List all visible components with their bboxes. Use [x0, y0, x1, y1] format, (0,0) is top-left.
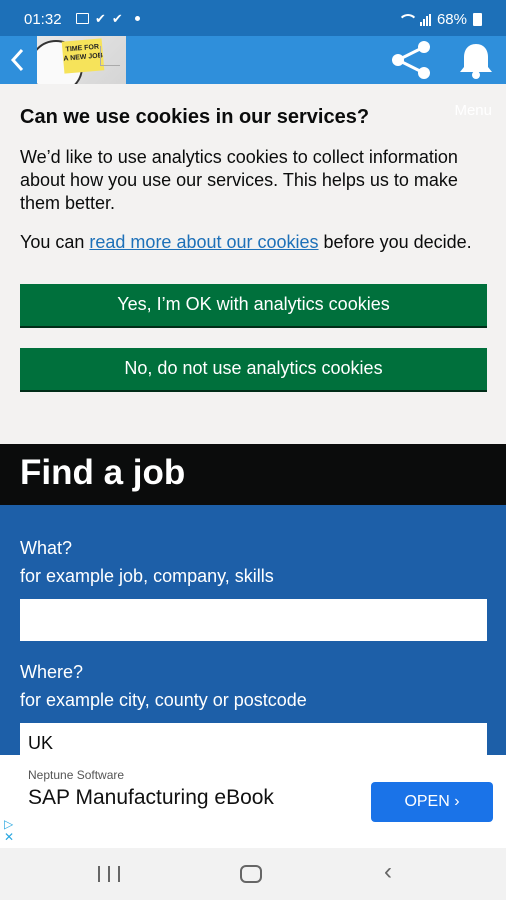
chevron-left-icon: [10, 48, 24, 72]
cookie-description: We’d like to use analytics cookies to co…: [20, 147, 458, 213]
notification-icons: ✔ ✔: [76, 11, 140, 26]
where-hint: for example city, county or postcode: [20, 690, 307, 710]
notifications-button[interactable]: [455, 40, 497, 80]
share-button[interactable]: [388, 40, 436, 80]
status-time: 01:32: [24, 11, 62, 28]
where-label: Where?: [20, 662, 84, 682]
page-title: Find a job: [20, 453, 186, 492]
recents-button[interactable]: [98, 866, 120, 882]
chart-image: [100, 46, 120, 66]
reject-analytics-cookies-button[interactable]: No, do not use analytics cookies: [20, 348, 487, 390]
ad-advertiser: Neptune Software: [28, 768, 125, 782]
cookie-p2-prefix: You can: [20, 232, 90, 252]
gallery-notification-icon: [76, 13, 89, 24]
cookie-p2-suffix: before you decide.: [318, 232, 472, 252]
ad-headline[interactable]: SAP Manufacturing eBook: [28, 785, 328, 811]
ad-choices-icon[interactable]: ▷ ✕: [4, 818, 14, 844]
accept-analytics-cookies-button[interactable]: Yes, I’m OK with analytics cookies: [20, 284, 487, 326]
signal-icon: [419, 13, 431, 26]
system-nav-bar: ‹: [0, 848, 506, 900]
share-icon: [392, 41, 430, 79]
wifi-icon: [397, 13, 418, 26]
back-button[interactable]: [8, 46, 32, 74]
menu-label[interactable]: Menu: [454, 102, 492, 119]
more-notifications-dot-icon: [134, 16, 140, 21]
what-hint: for example job, company, skills: [20, 566, 274, 586]
cookie-banner-title: Can we use cookies in our services?: [20, 106, 370, 128]
battery-percent: 68%: [436, 11, 467, 28]
find-job-header: Find a job: [0, 444, 506, 505]
bell-icon: [460, 44, 492, 79]
app-logo: TIME FOR A NEW JOB: [37, 36, 126, 84]
cookie-read-more-text: You can read more about our cookies befo…: [20, 231, 490, 254]
job-search-form: What? for example job, company, skills W…: [0, 505, 506, 763]
system-status: 68%: [397, 11, 482, 28]
what-input[interactable]: [20, 599, 487, 641]
ad-banner[interactable]: Neptune Software SAP Manufacturing eBook…: [0, 755, 506, 848]
read-more-cookies-link[interactable]: read more about our cookies: [89, 232, 318, 252]
battery-icon: [473, 13, 482, 26]
check-notification-icon-2: ✔: [111, 11, 123, 26]
ad-open-button[interactable]: OPEN ›: [371, 782, 493, 822]
recents-icon: [98, 866, 100, 882]
status-bar: 01:32 ✔ ✔ 68%: [0, 0, 506, 36]
system-back-button[interactable]: ‹: [384, 860, 392, 884]
app-bar: TIME FOR A NEW JOB: [0, 36, 506, 84]
sticky-note: TIME FOR A NEW JOB: [61, 38, 105, 74]
what-label: What?: [20, 538, 73, 558]
cookie-banner: Can we use cookies in our services? Menu…: [0, 84, 506, 444]
check-notification-icon: ✔: [95, 11, 106, 26]
home-button[interactable]: [240, 865, 262, 883]
